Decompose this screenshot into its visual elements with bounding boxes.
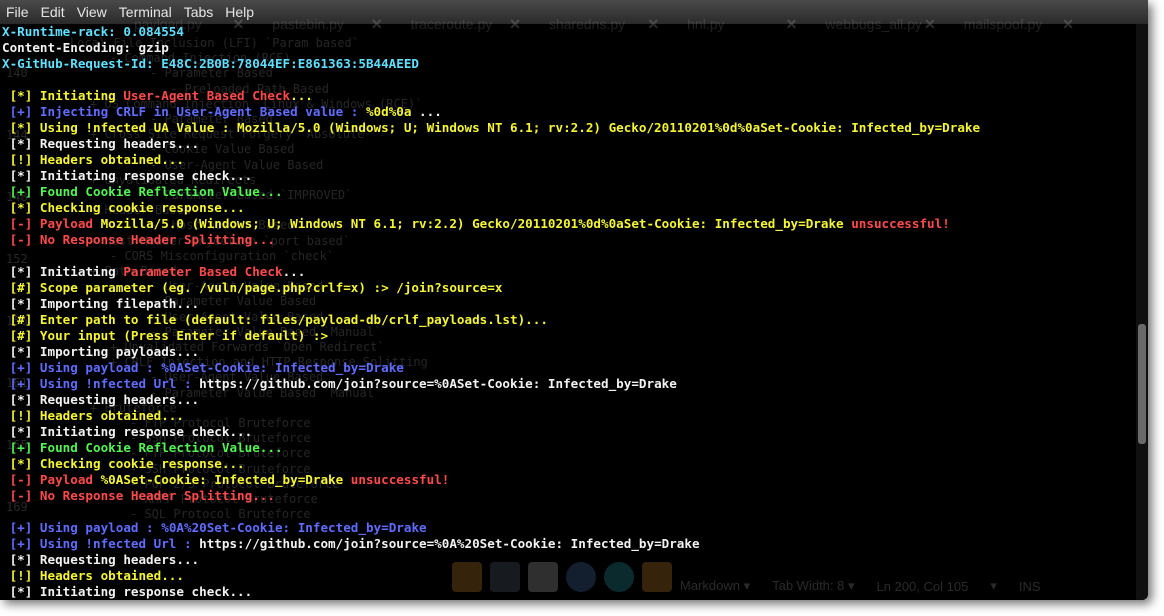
menu-edit[interactable]: Edit [41,4,65,20]
terminal-text-segment: https://github.com/join?source=%0A%20Set… [199,536,700,551]
terminal-line: [!] Headers obtained... [2,408,184,424]
terminal-text-segment: [*] Checking cookie response... [2,456,245,471]
terminal-line: [*] Initiating Parameter Based Check... [2,264,306,280]
terminal-text-segment: [-] No Response Header Splitting... [2,488,275,503]
menu-tabs[interactable]: Tabs [184,4,214,20]
terminal-line: [#] Enter path to file (default: files/p… [2,312,548,328]
terminal-text-segment: [*] Initiating response check... [2,584,253,599]
terminal-text-segment: ... [290,88,313,103]
terminal-text-segment: https://github.com/join?source=%0ASet-Co… [199,376,677,391]
terminal-line: [+] Using payload : %0A%20Set-Cookie: In… [2,520,427,536]
terminal-text-segment: [*] Importing payloads... [2,344,200,359]
terminal-text-segment: [+] Using payload : [2,520,162,535]
terminal-text-segment: [#] Scope parameter (eg. /vuln/page.php?… [2,280,503,295]
menu-view[interactable]: View [77,4,107,20]
terminal-text-segment: Parameter Based Check [123,264,283,279]
terminal-line: [*] Importing payloads... [2,344,200,360]
terminal-line: [*] Initiating User-Agent Based Check... [2,88,313,104]
terminal-line: [#] Scope parameter (eg. /vuln/page.php?… [2,280,503,296]
terminal-text-segment: [*] Initiating [2,264,124,279]
terminal-line: [#] Your input (Press Enter if default) … [2,328,328,344]
terminal-text-segment: [#] Your input (Press Enter if default) … [2,328,329,343]
terminal-line: [*] Requesting headers... [2,392,200,408]
menu-file[interactable]: File [6,4,29,20]
terminal-text-segment: [-] No Response Header Splitting... [2,232,275,247]
terminal-text-segment: [+] Found Cookie Reflection Value... [2,184,283,199]
terminal-text-segment: [*] Requesting headers... [2,136,200,151]
terminal-text-segment: [!] Headers obtained... [2,568,184,583]
terminal-line: [-] Payload %0ASet-Cookie: Infected_by=D… [2,472,450,488]
menu-help[interactable]: Help [225,4,254,20]
terminal-window: File Edit View Terminal Tabs Help payloa… [0,0,1148,600]
terminal-text-segment: [*] Requesting headers... [2,392,200,407]
terminal-text-segment: [#] Enter path to file (default: files/p… [2,312,548,327]
terminal-text-segment: User-Agent Based Check [123,88,291,103]
terminal-text-segment: %0ASet-Cookie: Infected_by=Drake [161,360,404,375]
terminal-line: [+] Using !nfected Url : https://github.… [2,536,700,552]
terminal-text-segment: ... [282,264,306,279]
terminal-text-segment: unsuccessful! [343,472,450,487]
terminal-text-segment: [*] Using !nfected UA Value : Mozilla/5.… [2,120,981,135]
terminal-line: [!] Headers obtained... [2,568,184,584]
terminal-text-segment: Mozilla/5.0 (Windows; U; Windows NT 6.1;… [100,216,844,231]
terminal-line: [+] Found Cookie Reflection Value... [2,440,283,456]
terminal-line: [*] Checking cookie response... [2,200,245,216]
scrollbar-thumb[interactable] [1138,324,1146,444]
terminal-line: [*] Checking cookie response... [2,456,245,472]
terminal-line: [!] Headers obtained... [2,152,184,168]
terminal-text-segment: [!] Headers obtained... [2,152,184,167]
terminal-text-segment: ... [411,104,442,119]
terminal-text-segment: %0A%20Set-Cookie: Infected_by=Drake [161,520,427,535]
terminal-line: [*] Initiating response check... [2,424,253,440]
terminal-text-segment: Content-Encoding: gzip [2,40,169,55]
terminal-line: [*] Using !nfected UA Value : Mozilla/5.… [2,120,981,136]
terminal-line: [-] Payload Mozilla/5.0 (Windows; U; Win… [2,216,950,232]
terminal-text-segment: unsuccessful! [843,216,950,231]
terminal-line: [*] Importing filepath... [2,296,200,312]
terminal-text-segment: [+] Using !nfected Url : [2,376,200,391]
terminal-text-segment: [+] Found Cookie Reflection Value... [2,440,283,455]
terminal-line: [*] Requesting headers... [2,136,200,152]
terminal-line: [+] Using payload : %0ASet-Cookie: Infec… [2,360,404,376]
terminal-text-segment: [+] Using !nfected Url : [2,536,200,551]
terminal-text-segment: %0ASet-Cookie: Infected_by=Drake [100,472,344,487]
terminal-text-segment: : [343,104,366,119]
terminal-text-segment: [+] Injecting [2,104,116,119]
terminal-text-segment: X-GitHub-Request-Id: E48C:2B0B:78044EF:E… [2,56,420,71]
terminal-text-segment: [*] Checking cookie response... [2,200,245,215]
terminal-line: X-GitHub-Request-Id: E48C:2B0B:78044EF:E… [2,56,419,72]
terminal-text-segment: [+] Using payload : [2,360,162,375]
terminal-text-segment: [!] Headers obtained... [2,408,184,423]
terminal-line: Content-Encoding: gzip [2,40,169,56]
terminal-line: [-] No Response Header Splitting... [2,488,275,504]
terminal-text-segment: [*] Initiating response check... [2,168,253,183]
menu-terminal[interactable]: Terminal [119,4,172,20]
terminal-text-segment: [-] Payload [2,216,101,231]
terminal-text-segment: [*] Initiating [2,88,124,103]
terminal-line: [+] Found Cookie Reflection Value... [2,184,283,200]
terminal-text-segment: [-] Payload [2,472,101,487]
terminal-line: X-Runtime-rack: 0.084554 [2,24,184,40]
terminal-line: [*] Requesting headers... [2,552,200,568]
terminal-line: [*] Initiating response check... [2,584,253,600]
terminal-output[interactable]: X-Runtime-rack: 0.084554 Content-Encoding… [0,24,1136,600]
terminal-line: [-] No Response Header Splitting... [2,232,275,248]
terminal-text-segment: X-Runtime-rack: 0.084554 [2,24,184,39]
scrollbar[interactable] [1136,24,1148,600]
menu-bar: File Edit View Terminal Tabs Help [0,0,1148,24]
terminal-text-segment: %0d%0a [365,104,412,119]
terminal-text-segment: [*] Requesting headers... [2,552,200,567]
terminal-text-segment: CRLF in User-Agent Based value [115,104,344,119]
terminal-line: [*] Initiating response check... [2,168,253,184]
terminal-text-segment: [*] Initiating response check... [2,424,253,439]
terminal-line: [+] Using !nfected Url : https://github.… [2,376,677,392]
terminal-text-segment: [*] Importing filepath... [2,296,200,311]
terminal-line: [+] Injecting CRLF in User-Agent Based v… [2,104,442,120]
